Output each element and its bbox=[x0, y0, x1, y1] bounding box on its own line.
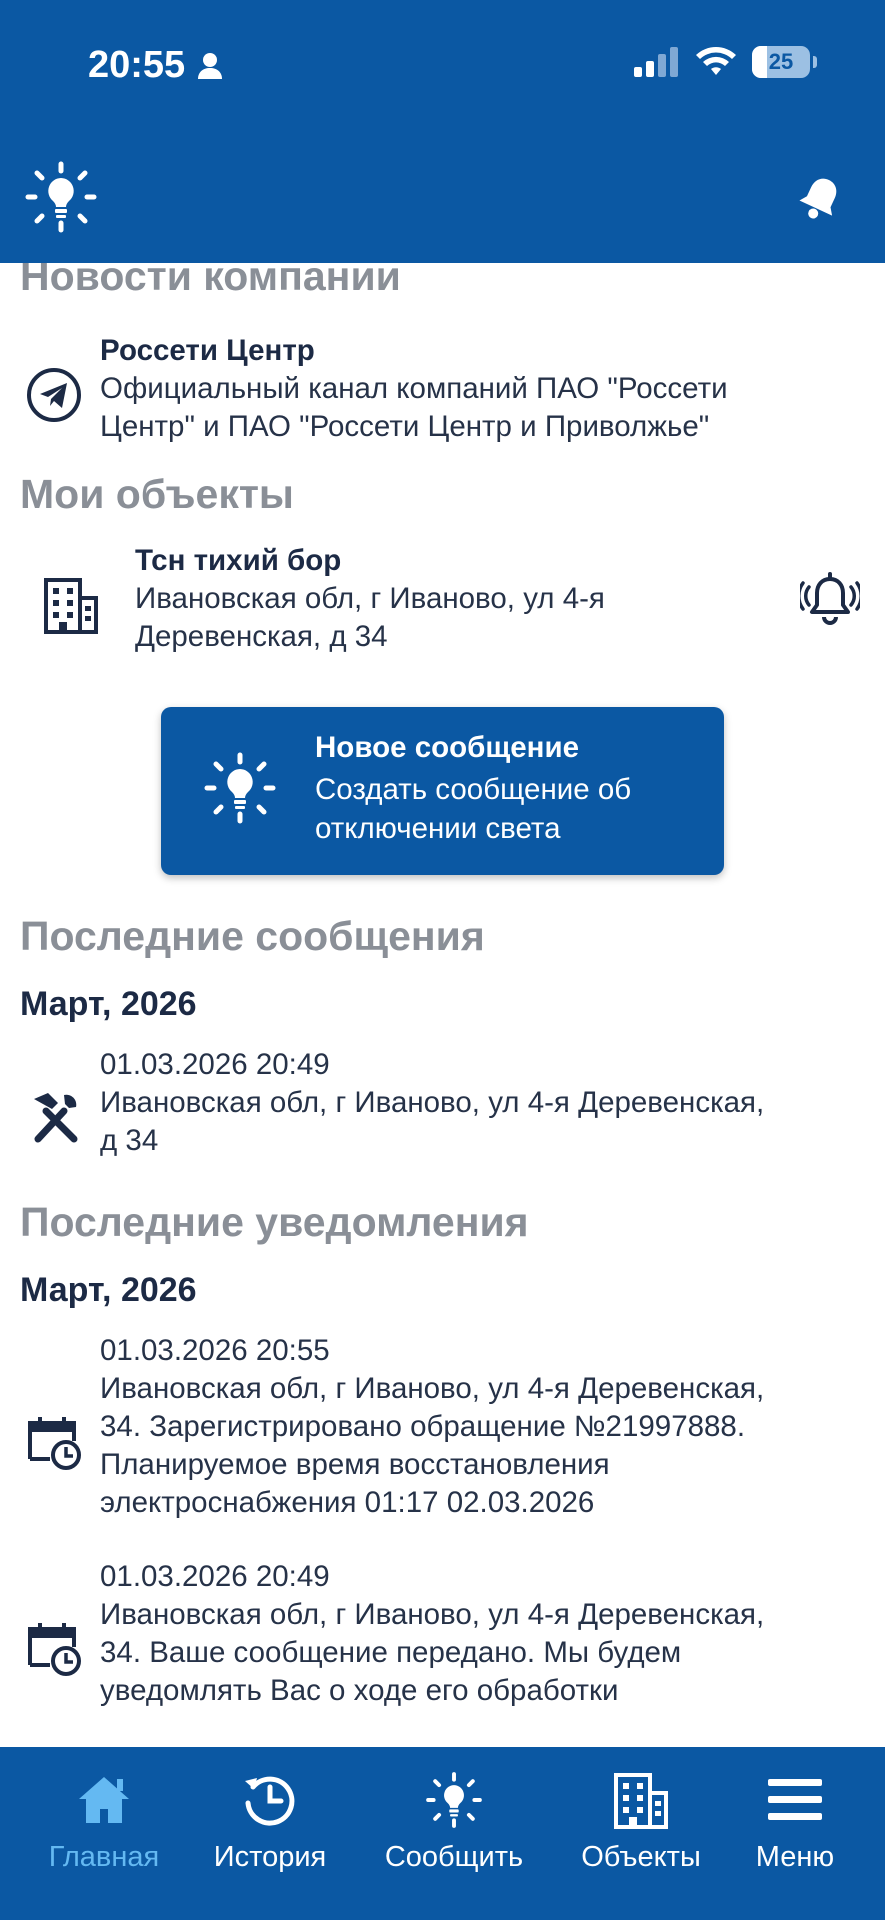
status-indicators: 25 bbox=[634, 46, 817, 78]
object-name: Тсн тихий бор bbox=[135, 544, 342, 577]
lightbulb-icon bbox=[25, 161, 97, 233]
tab-report-label: Сообщить bbox=[384, 1841, 524, 1873]
report-bulb-icon bbox=[426, 1772, 482, 1828]
new-message-subtitle-line1: Создать сообщение об bbox=[315, 773, 632, 806]
notifications-month: Март, 2026 bbox=[20, 1271, 197, 1309]
tab-report[interactable]: Сообщить bbox=[369, 1769, 539, 1889]
bottom-tab-bar: Главная История Сообщить Объекты Меню bbox=[0, 1747, 885, 1920]
buildings-icon bbox=[614, 1773, 668, 1829]
tab-history-label: История bbox=[213, 1841, 327, 1873]
wifi-icon bbox=[696, 47, 736, 75]
tab-objects-label: Объекты bbox=[581, 1841, 701, 1873]
tab-home[interactable]: Главная bbox=[19, 1769, 189, 1889]
battery-fill bbox=[752, 46, 767, 78]
history-icon bbox=[245, 1776, 295, 1826]
news-channel-desc-line2: Центр" и ПАО "Россети Центр и Приволжье" bbox=[100, 410, 710, 443]
calendar-clock-icon bbox=[28, 1623, 81, 1676]
battery-indicator: 25 bbox=[752, 46, 817, 78]
notification-line1: Ивановская обл, г Иваново, ул 4-я Дереве… bbox=[100, 1372, 765, 1405]
new-message-title: Новое сообщение bbox=[315, 731, 580, 764]
news-channel-name: Россети Центр bbox=[100, 334, 315, 367]
home-icon bbox=[79, 1777, 129, 1823]
battery-level-text: 25 bbox=[768, 49, 794, 74]
message-date: 01.03.2026 20:49 bbox=[100, 1048, 330, 1081]
news-section-title: Новости компании bbox=[20, 263, 401, 299]
tab-home-label: Главная bbox=[48, 1841, 160, 1873]
notifications-section-title: Последние уведомления bbox=[20, 1199, 529, 1245]
notification-line3: уведомлять Вас о ходе его обработки bbox=[100, 1674, 619, 1707]
report-outage-header-button[interactable] bbox=[24, 160, 98, 239]
repair-tools-icon bbox=[34, 1093, 78, 1143]
new-message-subtitle-line2: отключении света bbox=[315, 811, 561, 845]
tab-menu[interactable]: Меню bbox=[710, 1769, 880, 1889]
notification-line3: Планируемое время восстановления bbox=[100, 1448, 610, 1481]
object-address-line2: Деревенская, д 34 bbox=[135, 620, 388, 653]
calendar-clock-icon bbox=[28, 1417, 81, 1470]
bell-icon bbox=[799, 178, 837, 219]
message-line1: Ивановская обл, г Иваново, ул 4-я Дереве… bbox=[100, 1086, 765, 1119]
object-address-line1: Ивановская обл, г Иваново, ул 4-я bbox=[135, 582, 605, 615]
lightbulb-icon bbox=[204, 752, 276, 824]
new-message-subtitle: Создать сообщение об отключении света bbox=[315, 771, 705, 848]
messages-section-title: Последние сообщения bbox=[20, 913, 485, 959]
main-content: Новости компании Россети Центр Официальн… bbox=[0, 263, 885, 1747]
building-icon bbox=[44, 578, 98, 634]
notification-line1: Ивановская обл, г Иваново, ул 4-я Дереве… bbox=[100, 1598, 765, 1631]
telegram-icon bbox=[27, 368, 81, 422]
new-message-button[interactable]: Новое сообщение Создать сообщение об отк… bbox=[161, 707, 724, 875]
notifications-header-button[interactable] bbox=[793, 172, 847, 231]
tab-history[interactable]: История bbox=[185, 1769, 355, 1889]
status-time-text: 20:55 bbox=[88, 44, 186, 86]
messages-month: Март, 2026 bbox=[20, 985, 197, 1023]
news-channel-item[interactable]: Россети Центр Официальный канал компаний… bbox=[0, 334, 885, 449]
status-time: 20:55 bbox=[88, 44, 223, 87]
notification-item[interactable]: 01.03.2026 20:49 Ивановская обл, г Ивано… bbox=[0, 1560, 885, 1715]
app-header: 20:55 25 bbox=[0, 0, 885, 263]
person-icon bbox=[198, 52, 223, 79]
objects-section-title: Мои объекты bbox=[20, 471, 294, 517]
message-item[interactable]: 01.03.2026 20:49 Ивановская обл, г Ивано… bbox=[0, 1048, 885, 1173]
tab-menu-label: Меню bbox=[755, 1841, 835, 1873]
screen: 20:55 25 Новости компании Россети Центр … bbox=[0, 0, 885, 1920]
notification-item[interactable]: 01.03.2026 20:55 Ивановская обл, г Ивано… bbox=[0, 1334, 885, 1529]
message-line2: д 34 bbox=[100, 1124, 159, 1157]
news-channel-desc-line1: Официальный канал компаний ПАО "Россети bbox=[100, 372, 728, 405]
notification-line2: 34. Ваше сообщение передано. Мы будем bbox=[100, 1636, 682, 1669]
notification-line2: 34. Зарегистрировано обращение №21997888… bbox=[100, 1410, 746, 1443]
menu-icon bbox=[768, 1779, 822, 1820]
object-item[interactable]: Тсн тихий бор Ивановская обл, г Иваново,… bbox=[0, 544, 885, 656]
notification-line4: электроснабжения 01:17 02.03.2026 bbox=[100, 1486, 595, 1519]
cellular-signal-icon bbox=[634, 47, 678, 77]
notification-date: 01.03.2026 20:49 bbox=[100, 1560, 330, 1593]
tab-objects[interactable]: Объекты bbox=[556, 1769, 726, 1889]
object-bell-ringing-icon[interactable] bbox=[800, 571, 860, 631]
notification-date: 01.03.2026 20:55 bbox=[100, 1334, 330, 1367]
